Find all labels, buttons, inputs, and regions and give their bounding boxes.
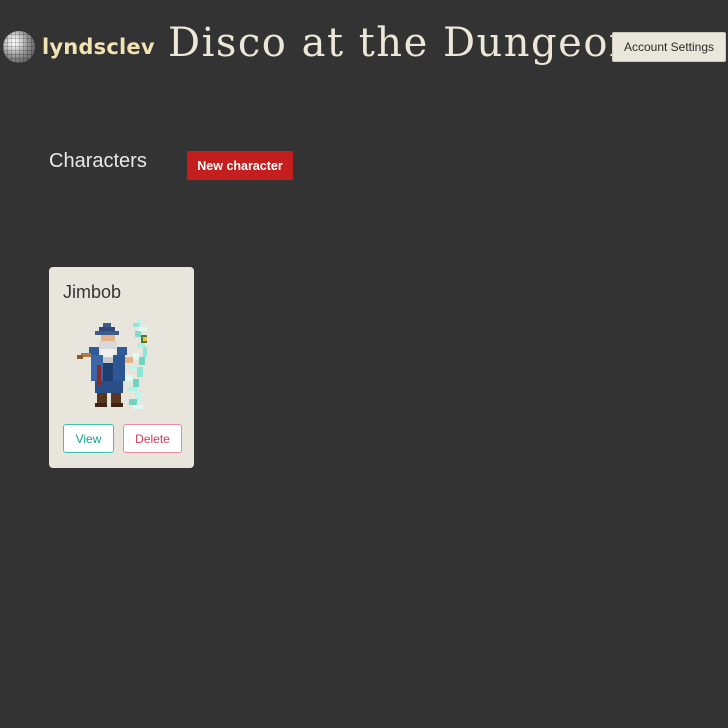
wizard-portrait-icon	[77, 319, 147, 409]
new-character-button[interactable]: New character	[187, 151, 293, 180]
character-card: Jimbob View Delete	[49, 267, 194, 468]
view-character-button[interactable]: View	[63, 424, 114, 453]
character-name: Jimbob	[63, 282, 122, 302]
account-settings-button[interactable]: Account Settings	[612, 32, 726, 62]
page: lyndsclev Disco at the Dungeon Account S…	[0, 0, 728, 728]
user-block: lyndsclev	[3, 31, 155, 63]
delete-character-button[interactable]: Delete	[123, 424, 182, 453]
site-title: Disco at the Dungeon	[168, 20, 637, 66]
disco-ball-avatar	[3, 31, 35, 63]
characters-heading: Characters	[49, 150, 147, 172]
username: lyndsclev	[42, 35, 155, 59]
